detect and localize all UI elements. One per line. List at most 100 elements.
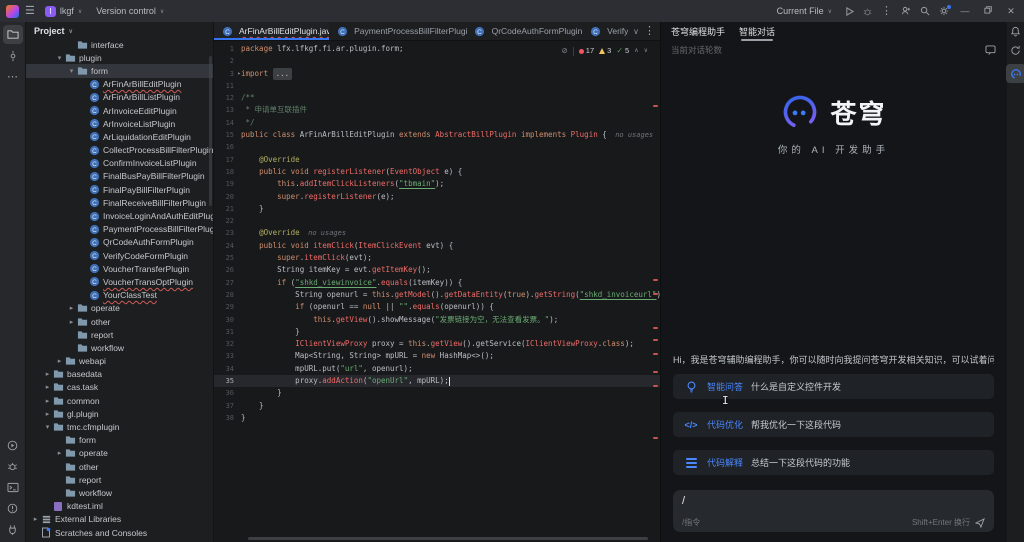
folded-imports-badge[interactable]: ... — [273, 68, 293, 80]
project-tool-icon[interactable] — [3, 25, 23, 44]
tree-item-interface[interactable]: interface — [26, 38, 213, 51]
tree-item-yourclasstest[interactable]: CYourClassTest — [26, 289, 213, 302]
tree-item-arinvoiceeditplugin[interactable]: CArInvoiceEditPlugin — [26, 104, 213, 117]
problems-tool-icon[interactable] — [3, 499, 23, 518]
debug-icon[interactable] — [863, 7, 872, 16]
tree-item-external-libraries[interactable]: ▸External Libraries — [26, 513, 213, 526]
tree-item-finalreceivebillfilterplugin[interactable]: CFinalReceiveBillFilterPlugin — [26, 196, 213, 209]
code-line[interactable]: 3▸import ... — [214, 68, 660, 80]
close-button[interactable]: ✕ — [1004, 6, 1018, 17]
code-line[interactable]: 32 IClientViewProxy proxy = this.getView… — [214, 338, 660, 350]
new-chat-icon[interactable] — [985, 45, 996, 55]
code-line[interactable]: 38} — [214, 412, 660, 424]
tree-item-tmc-cfmplugin[interactable]: ▾tmc.cfmplugin — [26, 420, 213, 433]
error-stripe-mark[interactable] — [653, 353, 658, 355]
chat-input-box[interactable]: / /指令 Shift+Enter 换行 — [673, 490, 994, 532]
tree-item-operate[interactable]: ▸operate — [26, 447, 213, 460]
run-tool-icon[interactable] — [3, 436, 23, 455]
code-line[interactable]: 27 if ("shkd_viewinvoice".equals(itemKey… — [214, 277, 660, 289]
tree-item-basedata[interactable]: ▸basedata — [26, 368, 213, 381]
code-line[interactable]: 35 proxy.addAction("openUrl", mpURL); — [214, 375, 660, 387]
tree-item-workflow[interactable]: workflow — [26, 341, 213, 354]
error-stripe-mark[interactable] — [653, 327, 658, 329]
tree-chevron-icon[interactable]: ▸ — [43, 410, 52, 418]
code-line[interactable]: 19 this.addItemClickListeners("tbmain"); — [214, 178, 660, 190]
editor-tab-arfinarbilleditplugin-java[interactable]: CArFinArBillEditPlugin.java✕ — [214, 22, 329, 40]
run-icon[interactable] — [845, 7, 854, 16]
error-stripe-mark[interactable] — [653, 371, 658, 373]
tree-item-operate[interactable]: ▸operate — [26, 302, 213, 315]
tree-item-arfinarbilleditplugin[interactable]: CArFinArBillEditPlugin — [26, 78, 213, 91]
code-line[interactable]: 20 super.registerListener(e); — [214, 191, 660, 203]
tree-chevron-icon[interactable]: ▾ — [67, 67, 76, 75]
tree-item-scratches-and-consoles[interactable]: Scratches and Consoles — [26, 526, 213, 539]
tree-chevron-icon[interactable]: ▸ — [43, 370, 52, 378]
tree-chevron-icon[interactable]: ▸ — [55, 357, 64, 365]
tree-item-report[interactable]: report — [26, 328, 213, 341]
run-config-selector[interactable]: Current File ∨ — [773, 5, 836, 17]
code-line[interactable]: 17 @Override — [214, 154, 660, 166]
tree-item-qrcodeauthformplugin[interactable]: CQrCodeAuthFormPlugin — [26, 236, 213, 249]
tree-item-arfinarbilllistplugin[interactable]: CArFinArBillListPlugin — [26, 91, 213, 104]
error-stripe-mark[interactable] — [653, 279, 658, 281]
tree-chevron-icon[interactable]: ▸ — [43, 383, 52, 391]
tree-item-verifycodeformplugin[interactable]: CVerifyCodeFormPlugin — [26, 249, 213, 262]
error-stripe-mark[interactable] — [653, 385, 658, 387]
tree-item-form[interactable]: ▾form — [26, 64, 213, 77]
send-icon[interactable] — [975, 518, 985, 528]
code-line[interactable]: 24 public void itemClick(ItemClickEvent … — [214, 240, 660, 252]
ai-tab-智能对话[interactable]: 智能对话 — [739, 25, 775, 41]
code-line[interactable]: 30 this.getView().showMessage("发票链接为空，无法… — [214, 314, 660, 326]
code-line[interactable]: 37 } — [214, 400, 660, 412]
tab-options-icon[interactable]: ⋮ — [644, 26, 655, 37]
code-line[interactable]: 23 @Override no usages — [214, 227, 660, 239]
tree-item-vouchertransferplugin[interactable]: CVoucherTransferPlugin — [26, 262, 213, 275]
more-tools-icon[interactable]: ⋯ — [3, 67, 23, 86]
tree-item-finalpaybillfilterplugin[interactable]: CFinalPayBillFilterPlugin — [26, 183, 213, 196]
code-line[interactable]: 31 } — [214, 326, 660, 338]
tree-item-vouchertransoptplugin[interactable]: CVoucherTransOptPlugin — [26, 275, 213, 288]
hamburger-menu-icon[interactable]: ☰ — [25, 6, 35, 17]
horizontal-scrollbar[interactable] — [248, 537, 648, 540]
code-line[interactable]: 36 } — [214, 387, 660, 399]
tree-item-collectprocessbillfilterplugin[interactable]: CCollectProcessBillFilterPlugin — [26, 144, 213, 157]
tree-chevron-icon[interactable]: ▾ — [43, 423, 52, 431]
tree-item-common[interactable]: ▸common — [26, 394, 213, 407]
code-line[interactable]: 26 String itemKey = evt.getItemKey(); — [214, 264, 660, 276]
code-line[interactable]: 18 public void registerListener(EventObj… — [214, 166, 660, 178]
fold-chevron-icon[interactable]: ▸ — [237, 68, 241, 80]
tree-item-plugin[interactable]: ▾plugin — [26, 51, 213, 64]
ok-count[interactable]: ✓5 — [616, 45, 629, 57]
tree-item-cas-task[interactable]: ▸cas.task — [26, 381, 213, 394]
code-line[interactable]: 29 if (openurl == null || "".equals(open… — [214, 301, 660, 313]
commit-tool-icon[interactable] — [3, 46, 23, 65]
debug-tool-icon[interactable] — [3, 457, 23, 476]
tree-item-form[interactable]: form — [26, 434, 213, 447]
code-line[interactable]: 11 — [214, 80, 660, 92]
tree-item-invoiceloginandautheditplugin[interactable]: CInvoiceLoginAndAuthEditPlugin — [26, 209, 213, 222]
suggestion-card-代码解释[interactable]: 代码解释总结一下这段代码的功能 — [673, 450, 994, 475]
editor-tab-verifycodeformplugin-java[interactable]: CVerifyCodeFormPlugin.java — [582, 22, 628, 40]
next-problem-icon[interactable]: ∨ — [644, 45, 648, 57]
tree-item-workflow[interactable]: workflow — [26, 486, 213, 499]
tree-chevron-icon[interactable]: ▸ — [43, 397, 52, 405]
error-count[interactable]: 17 — [579, 45, 594, 57]
tree-item-other[interactable]: other — [26, 460, 213, 473]
version-control-menu[interactable]: Version control ∨ — [92, 5, 168, 17]
search-icon[interactable] — [920, 6, 930, 16]
tree-item-paymentprocessbillfilterplugin[interactable]: CPaymentProcessBillFilterPlugin — [26, 223, 213, 236]
code-line[interactable]: 33 Map<String, String> mpURL = new HashM… — [214, 350, 660, 362]
code-line[interactable]: 34 mpURL.put("url", openurl); — [214, 363, 660, 375]
editor-tab-paymentprocessbillfilterplugin-java[interactable]: CPaymentProcessBillFilterPlugin.java — [329, 22, 467, 40]
chat-input-value[interactable]: / — [682, 495, 985, 507]
more-actions-icon[interactable]: ⋮ — [881, 6, 892, 17]
services-tool-icon[interactable] — [3, 520, 23, 539]
terminal-tool-icon[interactable] — [3, 478, 23, 497]
code-line[interactable]: 16 — [214, 141, 660, 153]
tree-item-finalbuspaybillfilterplugin[interactable]: CFinalBusPayBillFilterPlugin — [26, 170, 213, 183]
tree-chevron-icon[interactable]: ▸ — [67, 304, 76, 312]
slash-command-hint[interactable]: /指令 — [682, 517, 700, 528]
project-panel-title[interactable]: Project — [34, 26, 65, 36]
code-line[interactable]: 25 super.itemClick(evt); — [214, 252, 660, 264]
tree-item-confirminvoicelistplugin[interactable]: CConfirmInvoiceListPlugin — [26, 157, 213, 170]
